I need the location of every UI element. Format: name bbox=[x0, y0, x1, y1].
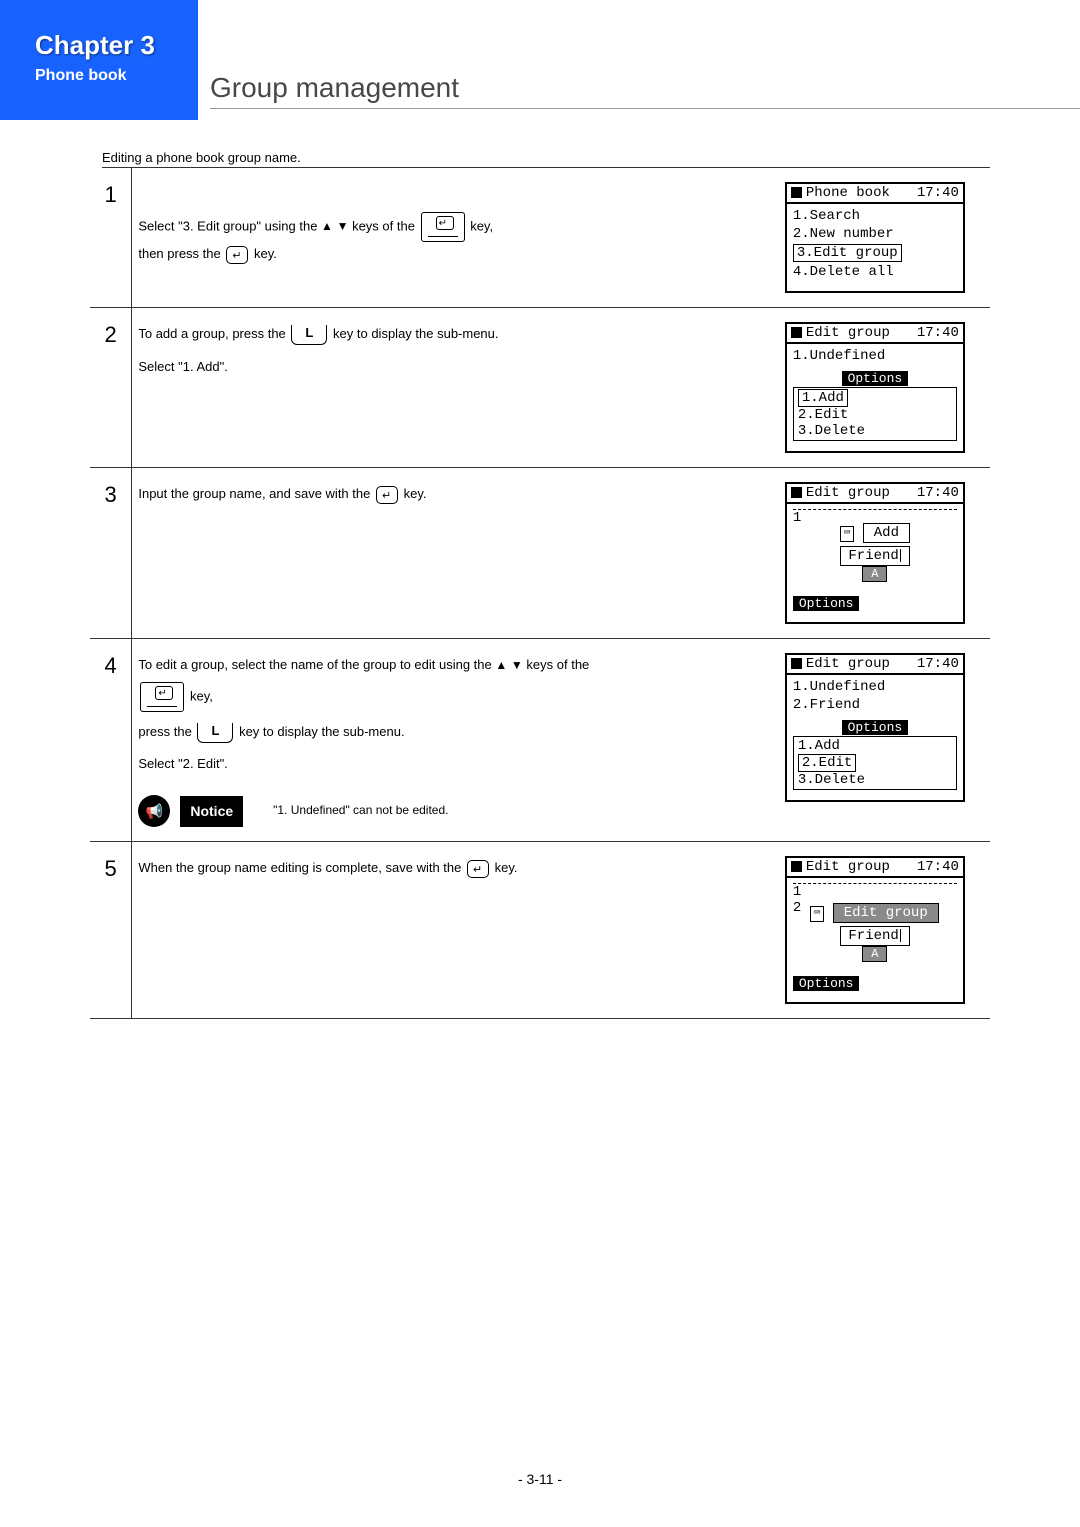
steps-table: 1 Select "3. Edit group" using the ▲ ▼ k… bbox=[90, 168, 990, 1019]
step-number: 5 bbox=[90, 842, 132, 1019]
phone-screen: Phone book 17:40 1.Search 2.New number 3… bbox=[785, 182, 965, 293]
enter-key-icon bbox=[376, 486, 398, 504]
step-number: 4 bbox=[90, 639, 132, 842]
intro-text: Editing a phone book group name. bbox=[102, 150, 990, 168]
selected-option: 1.Add bbox=[798, 389, 848, 407]
page-footer: - 3-11 - bbox=[0, 1471, 1080, 1487]
group-name-input: Friend bbox=[840, 546, 910, 566]
options-button: Options bbox=[793, 596, 860, 611]
step-description: To add a group, press the L key to displ… bbox=[132, 308, 760, 468]
options-button: Options bbox=[793, 976, 860, 991]
step-description: Select "3. Edit group" using the ▲ ▼ key… bbox=[132, 168, 760, 308]
up-arrow-icon: ▲ bbox=[495, 655, 507, 677]
chapter-subtitle: Phone book bbox=[35, 67, 178, 85]
enter-key-icon bbox=[421, 212, 465, 242]
keyboard-icon: ⌨ bbox=[810, 906, 825, 922]
popup-title: Edit group bbox=[833, 903, 939, 923]
enter-key-icon bbox=[226, 246, 248, 264]
input-mode: A bbox=[862, 566, 887, 582]
chapter-box: Chapter 3 Phone book bbox=[0, 0, 198, 120]
step-number: 3 bbox=[90, 468, 132, 639]
notice-label: Notice bbox=[180, 796, 243, 827]
down-arrow-icon: ▼ bbox=[511, 655, 523, 677]
enter-key-icon bbox=[467, 860, 489, 878]
chapter-title: Chapter 3 bbox=[35, 30, 178, 61]
keyboard-icon: ⌨ bbox=[840, 526, 855, 542]
group-name-input: Friend bbox=[840, 926, 910, 946]
notice-text: "1. Undefined" can not be edited. bbox=[273, 800, 448, 822]
step-description: When the group name editing is complete,… bbox=[132, 842, 760, 1019]
up-arrow-icon: ▲ bbox=[321, 216, 333, 238]
enter-key-icon bbox=[140, 682, 184, 712]
popup-title: Add bbox=[863, 523, 910, 543]
input-mode: A bbox=[862, 946, 887, 962]
notice-box: 📢 Notice "1. Undefined" can not be edite… bbox=[138, 795, 753, 827]
step-number: 2 bbox=[90, 308, 132, 468]
l-key-icon: L bbox=[291, 325, 327, 345]
l-key-icon: L bbox=[197, 723, 233, 743]
selected-option: 2.Edit bbox=[798, 754, 856, 772]
selected-menu-item: 3.Edit group bbox=[793, 244, 902, 262]
phone-screen: Edit group 17:40 1.Undefined Options 1.A… bbox=[785, 322, 965, 453]
down-arrow-icon: ▼ bbox=[337, 216, 349, 238]
phone-screen: Edit group 17:40 1 2 ⌨ Edit group Friend bbox=[785, 856, 965, 1004]
notice-icon: 📢 bbox=[138, 795, 170, 827]
page-title: Group management bbox=[210, 72, 1080, 109]
step-description: To edit a group, select the name of the … bbox=[132, 639, 760, 842]
phone-screen: Edit group 17:40 1.Undefined 2.Friend Op… bbox=[785, 653, 965, 802]
step-description: Input the group name, and save with the … bbox=[132, 468, 760, 639]
step-number: 1 bbox=[90, 168, 132, 308]
phone-screen: Edit group 17:40 1 ⌨ Add Friend A Option… bbox=[785, 482, 965, 624]
